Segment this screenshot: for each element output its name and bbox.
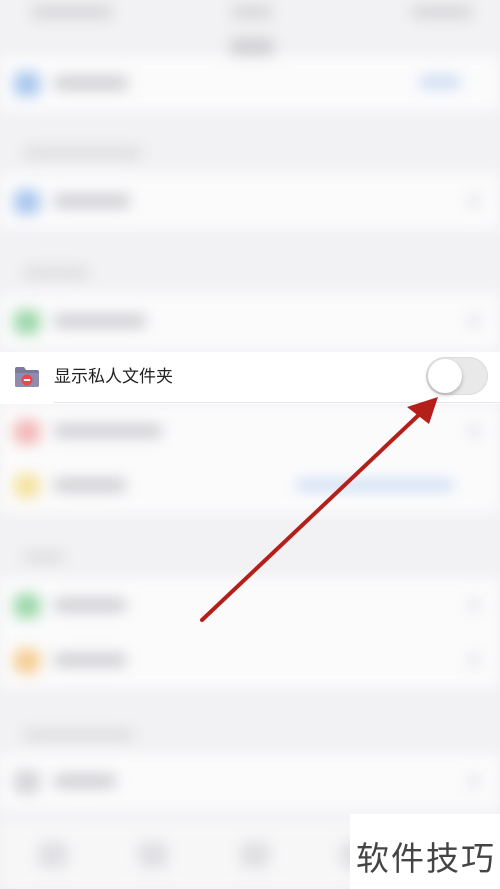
status-time xyxy=(232,6,272,18)
show-private-folder-toggle[interactable] xyxy=(426,357,488,395)
private-folder-row: 显示私人文件夹 xyxy=(0,352,500,404)
row-value xyxy=(420,76,460,88)
tab-item[interactable] xyxy=(138,842,168,868)
row-label xyxy=(54,478,126,492)
section-header xyxy=(24,268,88,278)
row-icon xyxy=(14,420,40,444)
row-label xyxy=(54,76,128,90)
tab-item[interactable] xyxy=(38,842,68,868)
row-icon xyxy=(14,310,40,334)
row-icon xyxy=(14,72,40,96)
section-header xyxy=(24,730,134,740)
blurred-background xyxy=(0,0,500,889)
settings-row[interactable] xyxy=(0,633,500,688)
status-bar xyxy=(0,0,500,28)
settings-row[interactable] xyxy=(0,578,500,633)
row-icon xyxy=(14,190,40,214)
row-divider xyxy=(54,402,500,403)
status-carrier xyxy=(32,6,112,18)
row-label xyxy=(54,653,126,667)
chevron-right-icon xyxy=(470,653,478,667)
chevron-right-icon xyxy=(470,774,478,788)
watermark-text: 软件技巧 xyxy=(356,839,496,878)
settings-row[interactable] xyxy=(0,754,500,809)
chevron-right-icon xyxy=(470,194,478,208)
settings-row[interactable] xyxy=(0,458,500,513)
row-label xyxy=(54,424,162,438)
private-folder-label: 显示私人文件夹 xyxy=(54,367,173,387)
status-battery xyxy=(412,6,472,18)
row-icon xyxy=(14,474,40,498)
watermark: 软件技巧 xyxy=(350,814,500,889)
row-icon xyxy=(14,594,40,618)
row-label xyxy=(54,194,130,208)
private-folder-icon xyxy=(15,367,39,387)
settings-row[interactable] xyxy=(0,294,500,349)
row-icon xyxy=(14,649,40,673)
chevron-right-icon xyxy=(470,314,478,328)
row-value xyxy=(296,480,454,490)
row-label xyxy=(54,774,116,788)
settings-row[interactable] xyxy=(0,56,500,111)
section-header xyxy=(24,552,64,562)
toggle-knob[interactable] xyxy=(428,359,462,393)
settings-row[interactable] xyxy=(0,404,500,459)
tab-item[interactable] xyxy=(240,842,270,868)
settings-row[interactable] xyxy=(0,174,500,229)
row-label xyxy=(54,314,146,328)
section-header xyxy=(24,148,142,158)
row-label xyxy=(54,598,126,612)
chevron-right-icon xyxy=(470,424,478,438)
chevron-right-icon xyxy=(470,598,478,612)
row-icon xyxy=(14,770,40,794)
